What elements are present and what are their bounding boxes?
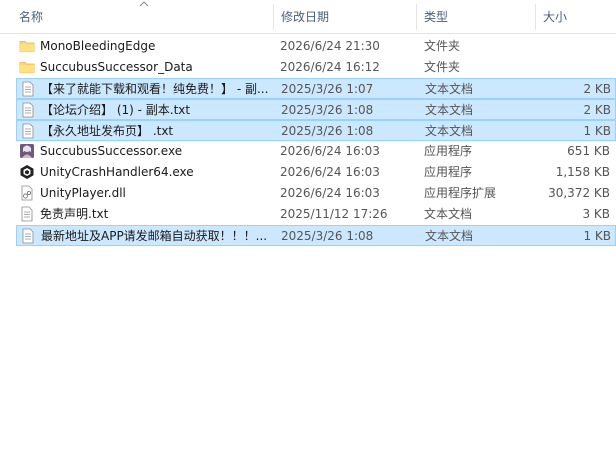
file-row[interactable]: UnityPlayer.dll 2026/6/24 16:03 应用程序扩展 3…: [16, 183, 616, 204]
file-size: [544, 36, 610, 57]
file-row[interactable]: UnityCrashHandler64.exe 2026/6/24 16:03 …: [16, 162, 616, 183]
file-name: SuccubusSuccessor.exe: [40, 144, 183, 158]
text-file-icon: [19, 206, 35, 222]
file-date: 2026/6/24 16:12: [280, 60, 380, 74]
file-row[interactable]: 【论坛介绍】 (1) - 副本.txt 2025/3/26 1:08 文本文档 …: [16, 99, 616, 120]
file-type: 文件夹: [424, 39, 461, 53]
text-file-icon: [20, 123, 36, 139]
file-date: 2025/3/26 1:07: [281, 82, 374, 96]
file-name: 免责声明.txt: [40, 207, 109, 221]
file-size: [544, 57, 610, 78]
file-date: 2025/3/26 1:08: [281, 103, 374, 117]
file-row[interactable]: 【来了就能下载和观看！纯免费！】 - 副... 2025/3/26 1:07 文…: [16, 78, 616, 99]
file-date: 2026/6/24 16:03: [280, 144, 380, 158]
column-header-date-label: 修改日期: [281, 10, 330, 24]
column-header-bar: 名称 修改日期 类型 大小: [0, 0, 616, 34]
file-date: 2025/3/26 1:08: [281, 124, 374, 138]
file-row[interactable]: SuccubusSuccessor.exe 2026/6/24 16:03 应用…: [16, 141, 616, 162]
dll-file-icon: [19, 185, 35, 201]
file-type: 文本文档: [424, 207, 473, 221]
file-date: 2025/11/12 17:26: [280, 207, 388, 221]
file-size: 1 KB: [583, 229, 611, 243]
text-file-icon: [20, 102, 36, 118]
folder-icon: [19, 38, 35, 54]
file-type: 文本文档: [425, 124, 474, 138]
column-header-name-label: 名称: [19, 10, 44, 24]
file-type: 应用程序扩展: [424, 186, 497, 200]
file-row[interactable]: 最新地址及APP请发邮箱自动获取！！！... 2025/3/26 1:08 文本…: [16, 225, 616, 246]
file-row[interactable]: MonoBleedingEdge 2026/6/24 21:30 文件夹: [16, 36, 616, 57]
file-type: 文本文档: [425, 229, 474, 243]
file-size: 3 KB: [582, 207, 610, 221]
file-name: 【论坛介绍】 (1) - 副本.txt: [41, 103, 191, 117]
column-header-type[interactable]: 类型: [417, 0, 535, 33]
file-type: 应用程序: [424, 144, 473, 158]
file-name: UnityCrashHandler64.exe: [40, 165, 194, 179]
text-file-icon: [20, 228, 36, 244]
column-header-size[interactable]: 大小: [536, 0, 616, 33]
file-row[interactable]: 免责声明.txt 2025/11/12 17:26 文本文档 3 KB: [16, 204, 616, 225]
folder-icon: [19, 59, 35, 75]
file-size: 30,372 KB: [548, 186, 610, 200]
column-header-type-label: 类型: [424, 10, 449, 24]
file-name: MonoBleedingEdge: [40, 39, 156, 53]
file-size: 1 KB: [583, 124, 611, 138]
column-header-date[interactable]: 修改日期: [274, 0, 416, 33]
file-name: SuccubusSuccessor_Data: [40, 60, 193, 74]
file-date: 2025/3/26 1:08: [281, 229, 374, 243]
column-header-size-label: 大小: [543, 10, 568, 24]
file-name: 最新地址及APP请发邮箱自动获取！！！...: [41, 229, 268, 243]
file-date: 2026/6/24 16:03: [280, 165, 380, 179]
file-size: 1,158 KB: [555, 165, 610, 179]
file-size: 2 KB: [583, 82, 611, 96]
file-size: 651 KB: [567, 144, 610, 158]
file-size: 2 KB: [583, 103, 611, 117]
app-icon: [19, 143, 35, 159]
file-name: UnityPlayer.dll: [40, 186, 126, 200]
file-type: 文本文档: [425, 82, 474, 96]
file-type: 文件夹: [424, 60, 461, 74]
text-file-icon: [20, 81, 36, 97]
file-type: 文本文档: [425, 103, 474, 117]
sort-ascending-icon: [139, 1, 149, 7]
file-type: 应用程序: [424, 165, 473, 179]
file-name: 【永久地址发布页】 .txt: [41, 124, 174, 138]
file-row[interactable]: SuccubusSuccessor_Data 2026/6/24 16:12 文…: [16, 57, 616, 78]
file-date: 2026/6/24 21:30: [280, 39, 380, 53]
file-date: 2026/6/24 16:03: [280, 186, 380, 200]
file-row[interactable]: 【永久地址发布页】 .txt 2025/3/26 1:08 文本文档 1 KB: [16, 120, 616, 141]
file-name: 【来了就能下载和观看！纯免费！】 - 副...: [41, 82, 269, 96]
unity-icon: [19, 164, 35, 180]
